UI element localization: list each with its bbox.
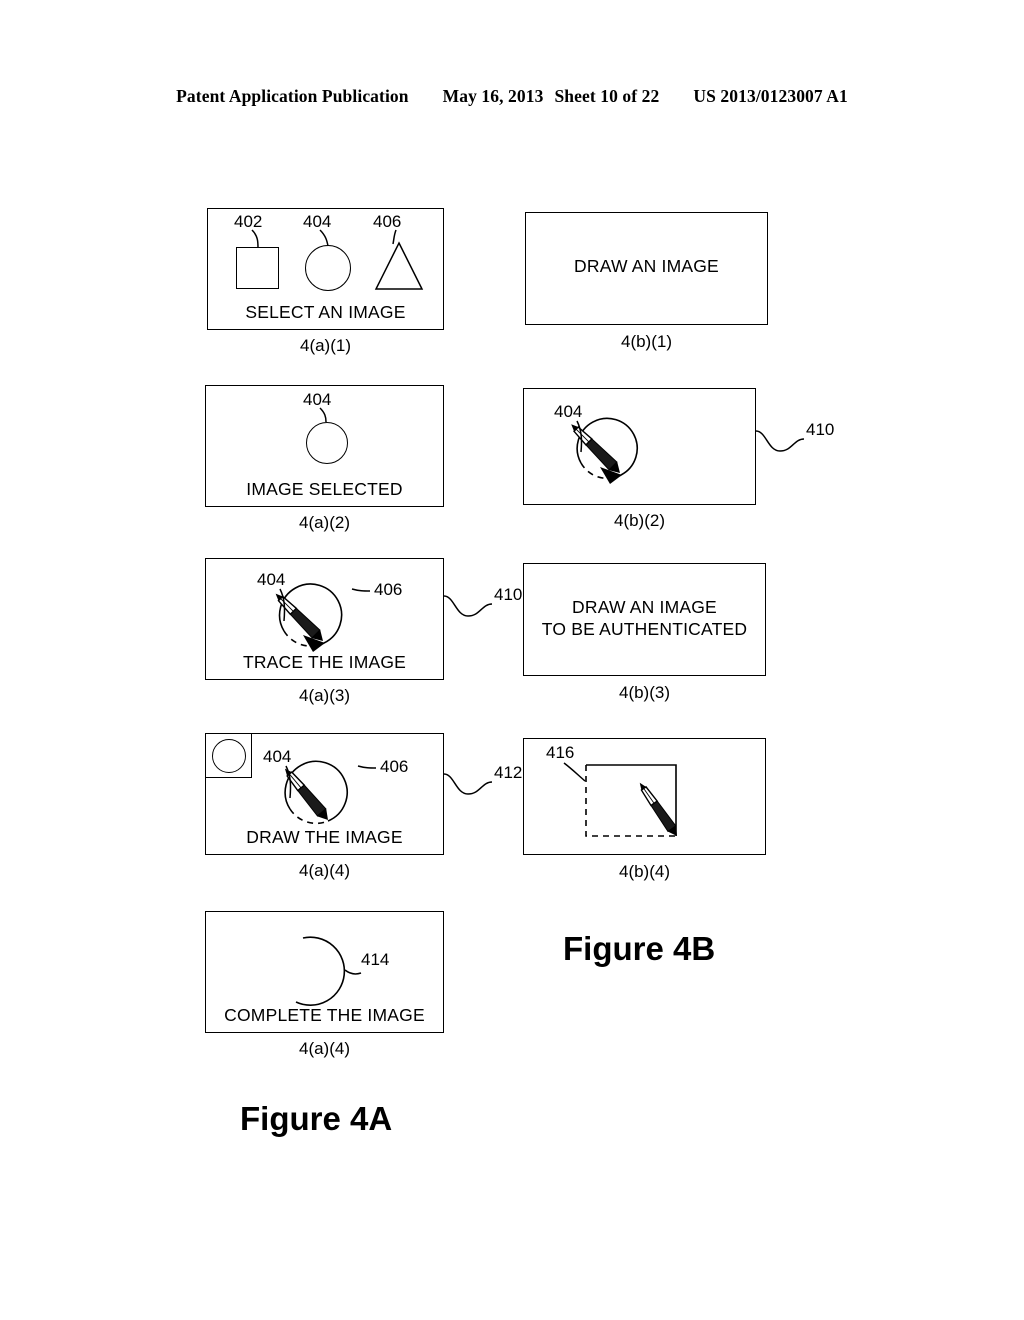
panel-4b1[interactable]: DRAW AN IMAGE [525, 212, 768, 325]
ref-404: 404 [257, 570, 286, 589]
panel-group-4b2: 404 410 4(b)(2) [523, 388, 834, 538]
ref-404: 404 [303, 212, 332, 231]
caption-4a3: 4(a)(3) [298, 686, 350, 705]
panel-prompt-4a4: DRAW THE IMAGE [246, 827, 403, 847]
ref-402: 402 [234, 212, 263, 231]
caption-4a5: 4(a)(4) [298, 1039, 350, 1058]
panel-group-4a3: 404 406 TRACE THE IMAGE 410 4(a)(3) [205, 558, 522, 713]
ref-406: 406 [374, 580, 403, 599]
figure-title-4b: Figure 4B [563, 930, 716, 967]
figure-title-4a: Figure 4A [240, 1100, 393, 1137]
ref-410: 410 [806, 420, 835, 439]
panel-prompt-4a3: TRACE THE IMAGE [242, 652, 407, 672]
panel-group-4a1: 402 404 406 SELECT AN IMAGE 4(a)(1) [207, 208, 447, 358]
panel-4a1[interactable]: 402 404 406 SELECT AN IMAGE [207, 208, 444, 330]
panel-prompt-4b1: DRAW AN IMAGE [574, 256, 719, 276]
panel-prompt-4a5: COMPLETE THE IMAGE [224, 1005, 425, 1025]
panel-prompt-4a2: IMAGE SELECTED [246, 479, 403, 499]
panel-4a3[interactable]: 404 406 TRACE THE IMAGE [205, 558, 444, 680]
panel-group-4a4: 404 406 DRAW THE IMAGE 412 4(a)(4) [205, 733, 522, 888]
caption-4a1: 4(a)(1) [299, 336, 351, 355]
ref-406: 406 [373, 212, 402, 231]
panel-prompt-4b3-line1: DRAW AN IMAGE [572, 597, 717, 617]
ref-412: 412 [494, 763, 523, 782]
ref-416: 416 [546, 743, 575, 762]
caption-4b1: 4(b)(1) [620, 332, 672, 351]
caption-4b4: 4(b)(4) [618, 862, 670, 881]
caption-4a4: 4(a)(4) [298, 861, 350, 880]
panel-4a2[interactable]: 404 IMAGE SELECTED [205, 385, 444, 507]
panel-group-4a5: 414 COMPLETE THE IMAGE 4(a)(4) [205, 911, 450, 1066]
panel-4a5[interactable]: 414 COMPLETE THE IMAGE [205, 911, 444, 1033]
panel-4a4[interactable]: 404 406 DRAW THE IMAGE [205, 733, 444, 855]
ref-404: 404 [303, 390, 332, 409]
panel-group-4b4: 416 4(b)(4) [523, 738, 773, 893]
ref-410: 410 [494, 585, 523, 604]
panel-4b2[interactable]: 404 [523, 388, 756, 505]
panel-group-4b1: DRAW AN IMAGE 4(b)(1) [525, 212, 775, 362]
caption-4b3: 4(b)(3) [618, 683, 670, 702]
panel-prompt-4b3-line2: TO BE AUTHENTICATED [541, 619, 748, 639]
ref-406: 406 [380, 757, 409, 776]
caption-4a2: 4(a)(2) [298, 513, 350, 532]
ref-414: 414 [361, 950, 390, 969]
caption-4b2: 4(b)(2) [613, 511, 665, 530]
panel-group-4b3: DRAW AN IMAGE TO BE AUTHENTICATED 4(b)(3… [523, 563, 773, 718]
panel-prompt-4a1: SELECT AN IMAGE [245, 302, 406, 322]
ref-404: 404 [554, 402, 583, 421]
panel-4b3[interactable]: DRAW AN IMAGE TO BE AUTHENTICATED [523, 563, 766, 676]
panel-4b4[interactable]: 416 [523, 738, 766, 855]
patent-figure-area: 402 404 406 SELECT AN IMAGE 4(a)(1) DRAW… [0, 0, 1024, 1320]
panel-group-4a2: 404 IMAGE SELECTED 4(a)(2) [205, 385, 450, 535]
ref-404: 404 [263, 747, 292, 766]
